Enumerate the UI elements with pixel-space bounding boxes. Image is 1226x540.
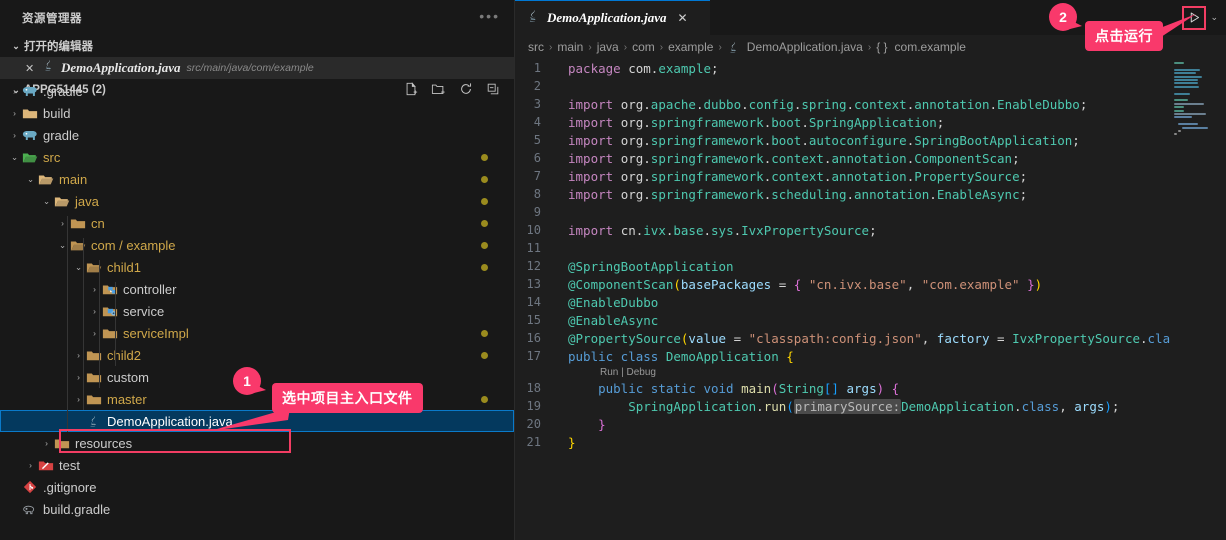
- annotation-callout-1: 选中项目主入口文件: [272, 383, 423, 413]
- annotation-badge-1: 1: [233, 367, 266, 395]
- annotation-callout-2: 点击运行: [1085, 21, 1163, 51]
- annotation-badge-2: 2: [1049, 3, 1082, 31]
- annotation-pointer-2: [1158, 14, 1196, 39]
